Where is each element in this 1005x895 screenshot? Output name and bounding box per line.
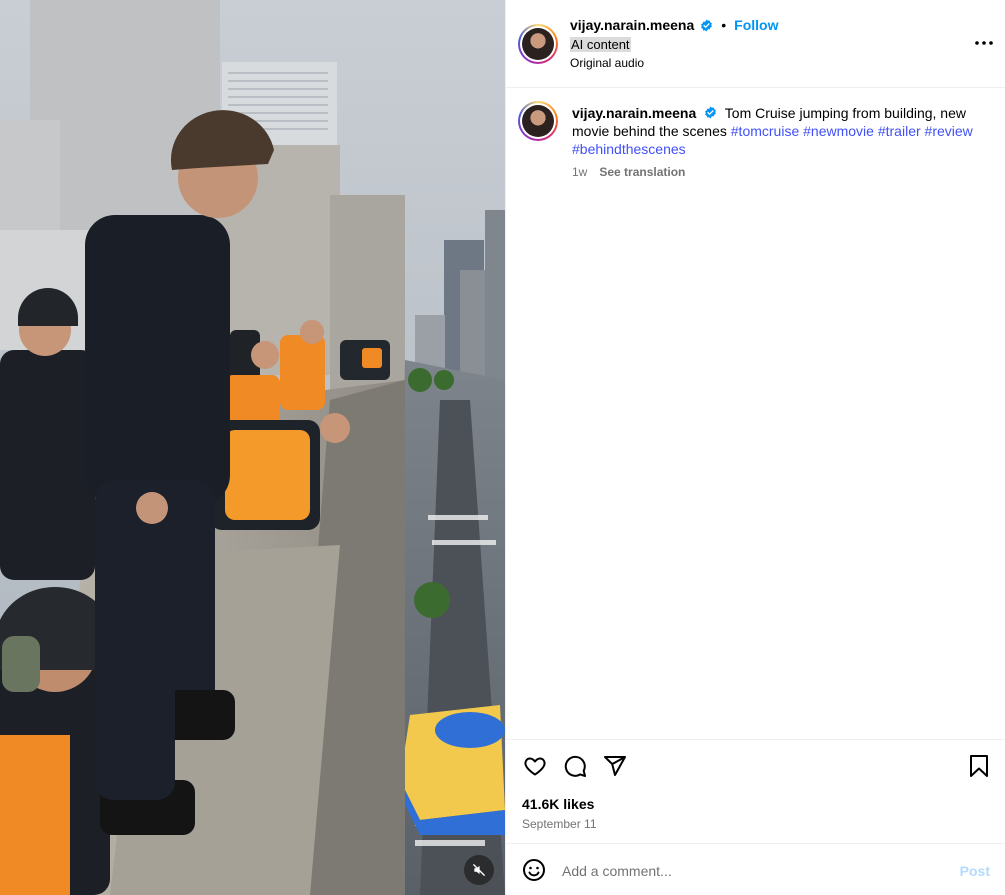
hashtag-link[interactable]: #trailer (878, 123, 921, 139)
post-comment-button[interactable]: Post (960, 863, 990, 879)
avatar[interactable] (518, 24, 558, 64)
ai-content-label[interactable]: AI content (570, 37, 631, 52)
heart-icon (524, 757, 546, 776)
hashtag-link[interactable]: #review (925, 123, 973, 139)
video-frame (0, 0, 505, 895)
comment-input[interactable] (562, 858, 942, 884)
verified-badge-icon (700, 19, 713, 32)
see-translation-button[interactable]: See translation (599, 165, 685, 179)
hashtag-link[interactable]: #behindthescenes (572, 141, 686, 157)
emoji-icon (523, 859, 545, 881)
avatar-image (522, 105, 554, 137)
original-audio-link[interactable]: Original audio (570, 56, 644, 70)
post-date[interactable]: September 11 (522, 817, 597, 831)
post-video[interactable] (0, 0, 505, 895)
author-username[interactable]: vijay.narain.meena (570, 17, 694, 33)
comment-icon (564, 755, 586, 777)
caption-text: vijay.narain.meena Tom Cruise jumping fr… (572, 104, 992, 158)
emoji-button[interactable] (522, 858, 548, 884)
verified-badge-icon (704, 106, 717, 119)
avatar-image (522, 28, 554, 60)
post-header: vijay.narain.meena • Follow AI content O… (506, 0, 1005, 88)
like-button[interactable] (522, 753, 548, 779)
hashtag-link[interactable]: #newmovie (803, 123, 874, 139)
more-options-icon (975, 41, 993, 45)
more-options-button[interactable] (974, 33, 994, 53)
comment-bar: Post (506, 843, 1005, 895)
separator-dot: • (721, 17, 727, 33)
post-sidebar: vijay.narain.meena • Follow AI content O… (505, 0, 1005, 895)
hashtag-link[interactable]: #tomcruise (731, 123, 799, 139)
caption-avatar[interactable] (518, 101, 558, 141)
post-actions: 41.6K likes September 11 (506, 739, 1005, 843)
comment-button[interactable] (562, 753, 588, 779)
caption-meta: 1w See translation (572, 165, 685, 179)
instagram-post: vijay.narain.meena • Follow AI content O… (0, 0, 1005, 895)
bookmark-icon (970, 755, 988, 777)
caption-username[interactable]: vijay.narain.meena (572, 105, 696, 121)
post-age[interactable]: 1w (572, 165, 587, 179)
save-button[interactable] (966, 753, 992, 779)
header-line: vijay.narain.meena • Follow (570, 17, 778, 33)
follow-button[interactable]: Follow (734, 17, 778, 33)
mute-toggle-button[interactable] (464, 855, 494, 885)
speaker-muted-icon (473, 864, 485, 876)
likes-count[interactable]: 41.6K likes (522, 796, 594, 812)
share-icon (604, 756, 626, 776)
share-button[interactable] (602, 753, 628, 779)
